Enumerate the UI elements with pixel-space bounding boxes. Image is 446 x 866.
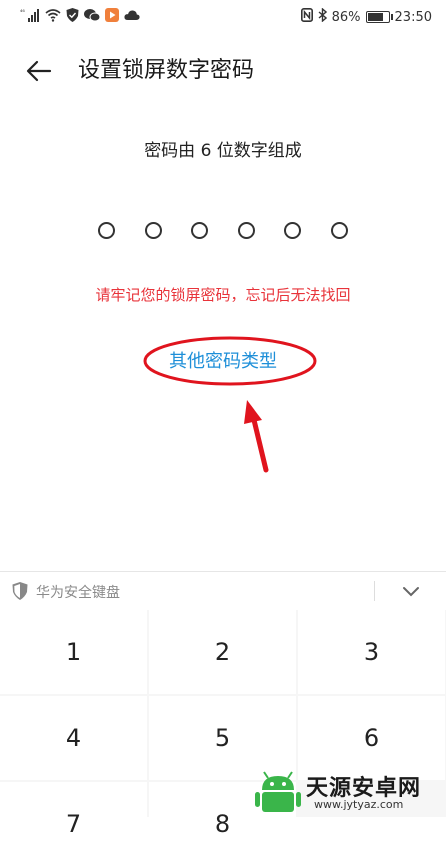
watermark-url: www.jytyaz.com [314,798,404,811]
site-watermark: 天源安卓网 www.jytyaz.com [254,768,446,817]
key-7[interactable]: 7 [0,782,147,866]
pin-dot [284,222,302,239]
pin-length-prompt: 密码由 6 位数字组成 [144,141,302,161]
status-left-icons: ⁴⁶ [20,8,140,26]
media-app-icon [105,8,119,26]
key-3[interactable]: 3 [298,610,445,694]
pin-indicator [98,222,348,244]
svg-text:⁴⁶: ⁴⁶ [20,9,25,16]
shield-icon [12,582,28,600]
android-logo [255,771,301,812]
signal-icon: ⁴⁶ [20,8,40,26]
pin-dot [330,222,348,239]
wechat-icon [84,8,101,26]
clock: 23:50 [394,9,432,25]
cloud-icon [124,9,140,25]
battery-level [367,13,383,21]
bluetooth-icon [318,7,327,26]
chevron-down-icon[interactable] [400,582,422,600]
pin-dot [98,222,115,239]
page-title: 设置锁屏数字密码 [78,58,255,83]
keyboard-divider [374,581,375,601]
status-right-icons: 86% 23:50 [300,7,432,26]
nfc-icon [300,8,313,26]
keyboard-label: 华为安全键盘 [36,585,120,601]
key-4[interactable]: 4 [0,696,147,780]
pin-dot [237,222,255,239]
battery-icon [365,11,393,23]
battery-percent: 86% [331,9,361,25]
wifi-icon [45,8,61,26]
status-bar: ⁴⁶ 86% 23:50 [0,0,446,34]
key-2[interactable]: 2 [149,610,296,694]
annotation-arrow [244,400,269,473]
key-1[interactable]: 1 [0,610,147,694]
back-button[interactable] [24,56,60,86]
keyboard-header: 华为安全键盘 [0,571,446,610]
other-password-types-link[interactable]: 其他密码类型 [0,347,446,373]
password-warning: 请牢记您的锁屏密码，忘记后无法找回 [95,286,351,304]
shield-check-icon [66,8,79,26]
pin-dot [191,222,209,239]
pin-dot [144,222,162,239]
arrow-left-icon [26,60,52,82]
